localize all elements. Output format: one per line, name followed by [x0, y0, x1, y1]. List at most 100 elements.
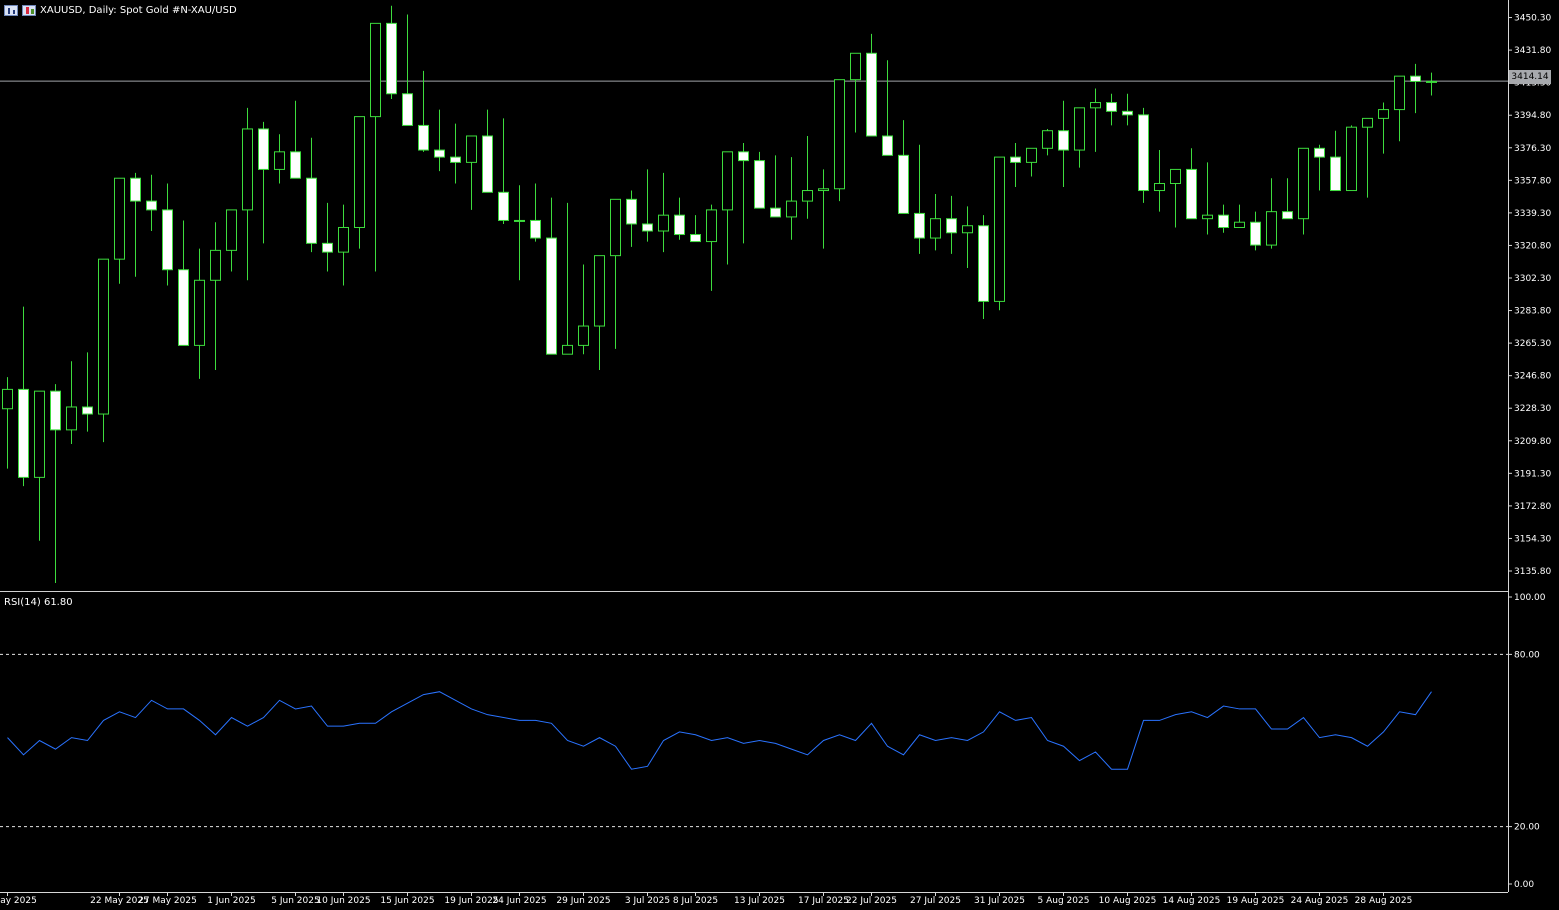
candle-body — [1010, 156, 1021, 163]
candle-body — [178, 269, 189, 346]
price-tick-label: 3154.30 — [1514, 534, 1551, 544]
time-tick-label: 17 Jul 2025 — [798, 896, 849, 906]
candle-body — [18, 388, 29, 478]
candle-body — [82, 406, 93, 415]
candle-body — [1250, 221, 1261, 246]
time-tick-label: 13 Jul 2025 — [734, 896, 785, 906]
candle-body — [114, 177, 125, 260]
candle-body — [946, 218, 957, 234]
candle-body — [162, 209, 173, 271]
candle-body — [434, 149, 445, 158]
candle-body — [738, 151, 749, 162]
time-tick-label: 10 Aug 2025 — [1099, 896, 1157, 906]
candle-body — [1346, 126, 1357, 192]
candle-body — [818, 188, 829, 192]
candle-body — [546, 237, 557, 355]
time-tick-label: 27 Jul 2025 — [910, 896, 961, 906]
price-tick-label: 3394.80 — [1514, 111, 1551, 121]
chart-header: XAUUSD, Daily: Spot Gold #N-XAU/USD — [4, 2, 237, 18]
candle-body — [866, 52, 877, 137]
candle-body — [690, 234, 701, 243]
time-tick-label: 5 Aug 2025 — [1038, 896, 1090, 906]
candle-body — [1266, 211, 1277, 246]
candle-body — [594, 255, 605, 327]
candle-body — [1282, 211, 1293, 220]
candle-body — [1074, 107, 1085, 151]
candle-body — [1170, 168, 1181, 184]
candle-body — [466, 135, 477, 163]
price-tick-label: 3302.30 — [1514, 274, 1551, 284]
time-tick-label: 22 Jul 2025 — [846, 896, 897, 906]
candle-body — [290, 151, 301, 179]
time-tick-label: 29 Jun 2025 — [556, 896, 610, 906]
price-tick-label: 3450.30 — [1514, 14, 1551, 24]
candle-body — [994, 156, 1005, 302]
candle-body — [1090, 102, 1101, 109]
candle-body — [418, 124, 429, 151]
candle-body — [50, 390, 61, 431]
time-tick-label: 28 Aug 2025 — [1355, 896, 1413, 906]
rsi-tick-label: 80.00 — [1514, 650, 1540, 660]
candle-body — [514, 219, 525, 222]
candle-body — [674, 214, 685, 236]
candle-body — [194, 279, 205, 346]
candle-body — [706, 209, 717, 243]
rsi-tick-label: 100.00 — [1514, 593, 1546, 603]
time-tick-label: 24 Jun 2025 — [492, 896, 546, 906]
time-tick-label: 8 Jul 2025 — [673, 896, 718, 906]
candle-body — [626, 198, 637, 225]
candle-body — [1202, 214, 1213, 220]
candle-body — [610, 198, 621, 257]
price-tick-label: 3135.80 — [1514, 567, 1551, 577]
candle-body — [1026, 147, 1037, 163]
candle-body — [1042, 130, 1053, 149]
candle-body — [1234, 221, 1245, 228]
candlestick-chart-icon — [22, 4, 36, 16]
rsi-label: RSI(14) 61.80 — [4, 597, 73, 608]
candle-body — [1058, 130, 1069, 151]
price-tick-label: 3228.30 — [1514, 404, 1551, 414]
candle-body — [978, 225, 989, 302]
candle-body — [530, 219, 541, 239]
candle-body — [578, 325, 589, 346]
current-price-tag: 3414.14 — [1509, 70, 1551, 84]
time-tick-label: 13 May 2025 — [0, 896, 37, 906]
candle-body — [306, 177, 317, 244]
price-tick-label: 3357.80 — [1514, 176, 1551, 186]
candle-body — [274, 151, 285, 170]
candle-body — [402, 93, 413, 126]
candle-body — [386, 22, 397, 95]
candle-body — [242, 128, 253, 211]
candle-body — [450, 156, 461, 163]
time-tick-label: 19 Aug 2025 — [1227, 896, 1285, 906]
candle-body — [930, 218, 941, 239]
candle-body — [146, 200, 157, 211]
candle-body — [1330, 156, 1341, 192]
price-tick-label: 3265.30 — [1514, 339, 1551, 349]
time-tick-label: 14 Aug 2025 — [1163, 896, 1221, 906]
bars-chart-icon — [4, 4, 18, 16]
candle-body — [226, 209, 237, 251]
candle-body — [1394, 75, 1405, 111]
candle-body — [66, 406, 77, 431]
time-tick-label: 1 Jun 2025 — [207, 896, 255, 906]
price-tick-label: 3431.80 — [1514, 46, 1551, 56]
candle-body — [754, 160, 765, 209]
candle-body — [962, 225, 973, 234]
time-tick-label: 24 Aug 2025 — [1291, 896, 1349, 906]
candle-body — [210, 249, 221, 281]
candle-body — [498, 191, 509, 221]
candle-body — [1218, 214, 1229, 228]
candle-body — [354, 116, 365, 228]
candle-body — [34, 390, 45, 478]
chart-background — [0, 0, 1559, 910]
candle-body — [258, 128, 269, 170]
candle-body — [322, 242, 333, 253]
time-tick-label: 5 Jun 2025 — [271, 896, 319, 906]
price-tick-label: 3209.80 — [1514, 437, 1551, 447]
candle-body — [882, 135, 893, 156]
candle-body — [786, 200, 797, 218]
candle-body — [1298, 147, 1309, 220]
candle-body — [1362, 117, 1373, 128]
candle-body — [562, 344, 573, 355]
